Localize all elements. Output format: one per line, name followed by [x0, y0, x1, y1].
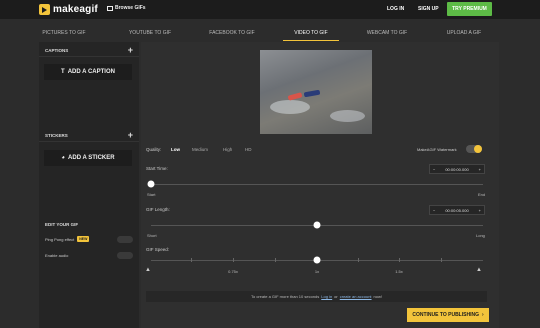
logo-play-icon — [39, 4, 50, 15]
plus-icon[interactable]: + — [479, 208, 481, 213]
tab-video-to-gif[interactable]: VIDEO TO GIF — [294, 30, 327, 36]
enable-audio-label: Enable audio — [45, 252, 69, 258]
preview-cloud — [270, 100, 310, 114]
quality-low[interactable]: Low — [171, 147, 180, 152]
top-navigation-bar: makeagif Browse GIFs LOG IN SIGN UP TRY … — [0, 0, 540, 19]
gif-speed-slider-handle[interactable] — [313, 256, 321, 264]
start-time-slider-handle[interactable] — [147, 180, 155, 188]
speed-label-1-5x: 1.5x — [395, 269, 403, 274]
browse-gifs-label: Browse GIFs — [115, 5, 146, 11]
gif-speed-label: GIF Speed: — [146, 247, 170, 252]
ping-pong-row: Ping Pong effect NEW — [45, 235, 133, 243]
speed-tick — [441, 258, 442, 262]
captions-title: CAPTIONS — [45, 48, 69, 53]
login-link-inline[interactable]: Log in — [321, 294, 332, 299]
add-sticker-label: ADD A STICKER — [68, 155, 115, 161]
edit-sidebar: CAPTIONS + T ADD A CAPTION STICKERS + ◕ … — [39, 42, 139, 328]
length-label-short: Short — [147, 233, 157, 238]
start-time-stepper[interactable]: − 00:00:00.000 + — [429, 164, 485, 174]
text-icon: T — [61, 69, 65, 75]
speed-tick — [399, 258, 400, 262]
watermark-label: MakeAGIF Watermark — [417, 147, 457, 152]
tab-facebook-to-gif[interactable]: FACEBOOK TO GIF — [209, 30, 254, 36]
signup-link[interactable]: SIGN UP — [418, 6, 439, 12]
rabbit-icon: ▲ — [476, 267, 482, 273]
video-editor-panel: Quality: Low Medium High HD MakeAGIF Wat… — [141, 42, 499, 328]
chevron-right-icon: › — [481, 312, 484, 318]
quality-hd[interactable]: HD — [245, 147, 252, 152]
length-limit-note: To create a GIF more than 10 seconds Log… — [146, 291, 487, 302]
create-account-link[interactable]: create an account — [340, 294, 372, 299]
quality-medium[interactable]: Medium — [192, 147, 208, 152]
speed-tick — [358, 258, 359, 262]
stickers-header: STICKERS + — [39, 129, 139, 142]
start-time-track[interactable] — [151, 184, 483, 185]
sticker-icon: ◕ — [61, 155, 66, 161]
logo-text: makeagif — [53, 4, 98, 15]
new-badge: NEW — [77, 236, 90, 242]
conversion-tabs: PICTURES TO GIF YOUTUBE TO GIF FACEBOOK … — [0, 19, 540, 42]
add-caption-label: ADD A CAPTION — [67, 69, 115, 75]
start-time-value[interactable]: 00:00:00.000 — [445, 167, 468, 172]
continue-to-publishing-button[interactable]: CONTINUE TO PUBLISHING › — [407, 308, 489, 322]
start-end-label-end: End — [478, 192, 486, 197]
try-premium-button[interactable]: TRY PREMIUM — [447, 2, 492, 16]
start-time-label: Start Time: — [146, 166, 168, 171]
watermark-toggle[interactable] — [466, 145, 482, 153]
tab-webcam-to-gif[interactable]: WEBCAM TO GIF — [367, 30, 407, 36]
speed-label-1x: 1x — [314, 269, 320, 274]
speed-label-0-75x: 0.75x — [228, 269, 238, 274]
length-label-long: Long — [476, 233, 485, 238]
video-preview[interactable] — [260, 50, 372, 134]
quality-label: Quality: — [146, 147, 162, 152]
gif-length-stepper[interactable]: − 00:00:05.000 + — [429, 205, 485, 215]
add-sticker-plus-icon[interactable]: + — [128, 130, 133, 140]
ping-pong-label: Ping Pong effect — [45, 236, 75, 242]
tab-youtube-to-gif[interactable]: YOUTUBE TO GIF — [129, 30, 171, 36]
tab-pictures-to-gif[interactable]: PICTURES TO GIF — [42, 30, 85, 36]
active-tab-indicator — [283, 40, 339, 41]
add-caption-plus-icon[interactable]: + — [128, 45, 133, 55]
note-or: or — [334, 294, 338, 299]
plus-icon[interactable]: + — [479, 167, 481, 172]
browse-gifs-link[interactable]: Browse GIFs — [107, 5, 146, 11]
minus-icon[interactable]: − — [433, 167, 435, 172]
continue-label: CONTINUE TO PUBLISHING — [412, 312, 479, 318]
ping-pong-toggle[interactable] — [117, 235, 133, 243]
speed-tick — [275, 258, 276, 262]
preview-cloud — [330, 110, 365, 122]
note-prefix: To create a GIF more than 10 seconds — [251, 294, 320, 299]
minus-icon[interactable]: − — [433, 208, 435, 213]
gif-length-value[interactable]: 00:00:05.000 — [445, 208, 468, 213]
makeagif-logo[interactable]: makeagif — [39, 3, 98, 16]
grid-icon — [107, 5, 113, 11]
gif-length-label: GIF Length: — [146, 207, 170, 212]
edit-your-gif-title: EDIT YOUR GIF — [45, 222, 79, 227]
tab-upload-a-gif[interactable]: UPLOAD A GIF — [447, 30, 481, 36]
speed-tick — [233, 258, 234, 262]
note-suffix: now! — [373, 294, 382, 299]
gif-length-slider-handle[interactable] — [313, 221, 321, 229]
preview-skydiver — [303, 89, 321, 98]
stickers-title: STICKERS — [45, 133, 68, 138]
turtle-icon: ▲ — [145, 267, 151, 273]
enable-audio-row: Enable audio — [45, 251, 133, 259]
start-end-label-start: Start — [147, 192, 156, 197]
speed-tick — [191, 258, 192, 262]
enable-audio-toggle[interactable] — [117, 251, 133, 259]
quality-high[interactable]: High — [223, 147, 232, 152]
login-link[interactable]: LOG IN — [387, 6, 404, 12]
add-sticker-button[interactable]: ◕ ADD A STICKER — [44, 150, 132, 166]
captions-header: CAPTIONS + — [39, 44, 139, 57]
add-caption-button[interactable]: T ADD A CAPTION — [44, 64, 132, 80]
